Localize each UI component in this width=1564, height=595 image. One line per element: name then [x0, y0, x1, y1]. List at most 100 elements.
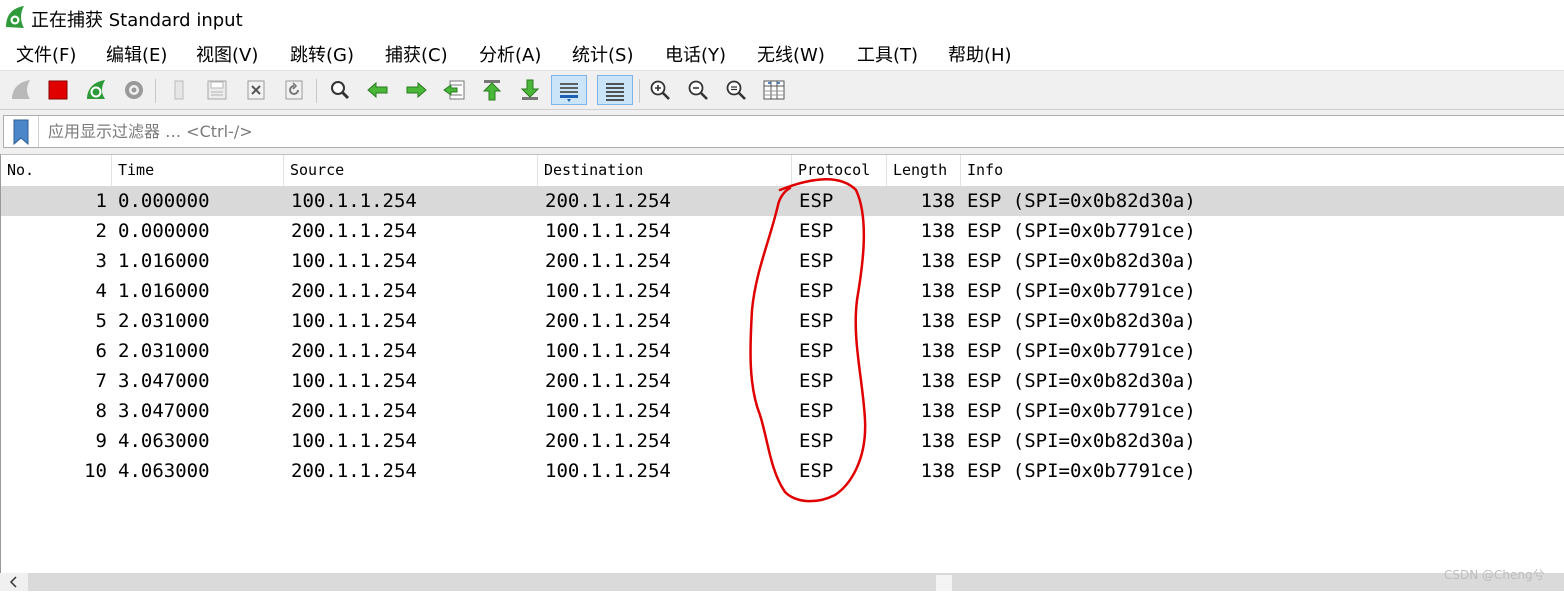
column-header-time[interactable]: Time	[112, 155, 284, 186]
scroll-left-button[interactable]	[0, 573, 28, 591]
cell-destination: 200.1.1.254	[545, 370, 671, 392]
packet-rows: 1 0.000000 100.1.1.254 200.1.1.254 ESP 138 ESP…	[1, 186, 1564, 486]
menu-telephony[interactable]: 电话(Y)	[665, 41, 726, 67]
cell-destination: 200.1.1.254	[545, 430, 671, 452]
wireshark-logo-icon	[6, 6, 24, 28]
cell-length: 138	[920, 460, 955, 482]
cell-protocol: ESP	[799, 430, 834, 452]
menu-edit[interactable]: 编辑(E)	[106, 41, 167, 67]
display-filter-input[interactable]	[42, 117, 1554, 145]
cell-destination: 200.1.1.254	[545, 310, 671, 332]
cell-info: ESP (SPI=0x0b7791ce)	[967, 460, 1196, 482]
colorize-icon	[606, 83, 624, 101]
table-row[interactable]: 10 4.063000 200.1.1.254 100.1.1.254 ESP 138 ES…	[1, 456, 1564, 486]
column-header-length[interactable]: Length	[887, 155, 961, 186]
find-packet-icon	[331, 81, 350, 100]
cell-time: 1.016000	[118, 250, 210, 272]
cell-no: 5	[95, 310, 107, 332]
menu-capture[interactable]: 捕获(C)	[385, 41, 448, 67]
menu-go[interactable]: 跳转(G)	[290, 41, 354, 67]
column-header-info[interactable]: Info	[961, 155, 1564, 186]
table-row[interactable]: 4 1.016000 200.1.1.254 100.1.1.254 ESP 138 ESP…	[1, 276, 1564, 306]
title-bar: 正在捕获 Standard input	[0, 0, 1564, 36]
zoom-normal-button[interactable]	[721, 75, 751, 105]
column-header-protocol[interactable]: Protocol	[792, 155, 887, 186]
table-row[interactable]: 1 0.000000 100.1.1.254 200.1.1.254 ESP 138 ESP…	[1, 186, 1564, 216]
menu-help[interactable]: 帮助(H)	[948, 41, 1012, 67]
cell-length: 138	[920, 220, 955, 242]
toolbar-separator	[316, 79, 317, 103]
cell-length: 138	[920, 340, 955, 362]
cell-no: 10	[84, 460, 107, 482]
cell-length: 138	[920, 190, 955, 212]
filter-bookmark-button[interactable]	[4, 116, 39, 147]
close-file-button[interactable]	[241, 75, 271, 105]
restart-capture-icon	[87, 80, 105, 99]
table-row[interactable]: 2 0.000000 200.1.1.254 100.1.1.254 ESP 138 ESP…	[1, 216, 1564, 246]
cell-info: ESP (SPI=0x0b7791ce)	[967, 340, 1196, 362]
column-header-no[interactable]: No.	[1, 155, 112, 186]
go-last-packet-button[interactable]	[515, 75, 545, 105]
zoom-in-icon	[650, 80, 670, 100]
cell-no: 8	[95, 400, 107, 422]
cell-source: 200.1.1.254	[291, 220, 417, 242]
cell-info: ESP (SPI=0x0b82d30a)	[967, 430, 1196, 452]
menu-statistics[interactable]: 统计(S)	[572, 41, 633, 67]
watermark: CSDN @Cheng兮	[1444, 568, 1545, 582]
menu-analyze[interactable]: 分析(A)	[479, 41, 541, 67]
table-row[interactable]: 6 2.031000 200.1.1.254 100.1.1.254 ESP 138 ESP…	[1, 336, 1564, 366]
table-row[interactable]: 7 3.047000 100.1.1.254 200.1.1.254 ESP 138 ESP…	[1, 366, 1564, 396]
cell-no: 2	[95, 220, 107, 242]
table-row[interactable]: 3 1.016000 100.1.1.254 200.1.1.254 ESP 138 ESP…	[1, 246, 1564, 276]
go-first-packet-button[interactable]	[477, 75, 507, 105]
resize-columns-button[interactable]	[759, 75, 789, 105]
open-file-button[interactable]	[164, 75, 194, 105]
cell-time: 3.047000	[118, 400, 210, 422]
packet-list: No. Time Source Destination Protocol Len…	[0, 154, 1564, 573]
menu-wireless[interactable]: 无线(W)	[757, 41, 825, 67]
horizontal-scrollbar[interactable]	[0, 573, 1564, 591]
cell-time: 0.000000	[118, 190, 210, 212]
menu-view[interactable]: 视图(V)	[196, 41, 258, 67]
save-file-button[interactable]	[202, 75, 232, 105]
cell-protocol: ESP	[799, 370, 834, 392]
restart-capture-button[interactable]	[81, 75, 111, 105]
go-forward-button[interactable]	[401, 75, 431, 105]
main-toolbar	[0, 70, 1564, 110]
cell-time: 2.031000	[118, 310, 210, 332]
cell-time: 1.016000	[118, 280, 210, 302]
cell-source: 100.1.1.254	[291, 250, 417, 272]
column-header-source[interactable]: Source	[284, 155, 538, 186]
cell-length: 138	[920, 400, 955, 422]
table-row[interactable]: 8 3.047000 200.1.1.254 100.1.1.254 ESP 138 ESP…	[1, 396, 1564, 426]
cell-info: ESP (SPI=0x0b82d30a)	[967, 190, 1196, 212]
go-back-button[interactable]	[363, 75, 393, 105]
display-filter-box	[3, 115, 1564, 148]
table-row[interactable]: 5 2.031000 100.1.1.254 200.1.1.254 ESP 138 ESP…	[1, 306, 1564, 336]
scroll-thumb[interactable]	[936, 575, 952, 591]
stop-capture-button[interactable]	[43, 75, 73, 105]
chevron-left-icon	[9, 576, 17, 588]
cell-info: ESP (SPI=0x0b7791ce)	[967, 280, 1196, 302]
auto-scroll-button[interactable]	[551, 75, 587, 105]
bookmark-icon	[13, 119, 29, 146]
auto-scroll-icon	[560, 83, 578, 102]
zoom-out-button[interactable]	[683, 75, 713, 105]
go-to-packet-icon	[443, 80, 465, 100]
reload-file-button[interactable]	[279, 75, 309, 105]
zoom-in-button[interactable]	[645, 75, 675, 105]
go-back-icon	[367, 81, 388, 99]
menu-tools[interactable]: 工具(T)	[857, 41, 918, 67]
cell-protocol: ESP	[799, 310, 834, 332]
colorize-button[interactable]	[597, 75, 633, 105]
go-to-packet-button[interactable]	[439, 75, 469, 105]
column-header-destination[interactable]: Destination	[538, 155, 792, 186]
find-packet-button[interactable]	[325, 75, 355, 105]
start-capture-button[interactable]	[6, 75, 36, 105]
cell-destination: 100.1.1.254	[545, 400, 671, 422]
capture-options-button[interactable]	[119, 75, 149, 105]
menu-file[interactable]: 文件(F)	[16, 41, 76, 67]
cell-destination: 200.1.1.254	[545, 190, 671, 212]
table-row[interactable]: 9 4.063000 100.1.1.254 200.1.1.254 ESP 138 ESP…	[1, 426, 1564, 456]
cell-length: 138	[920, 280, 955, 302]
